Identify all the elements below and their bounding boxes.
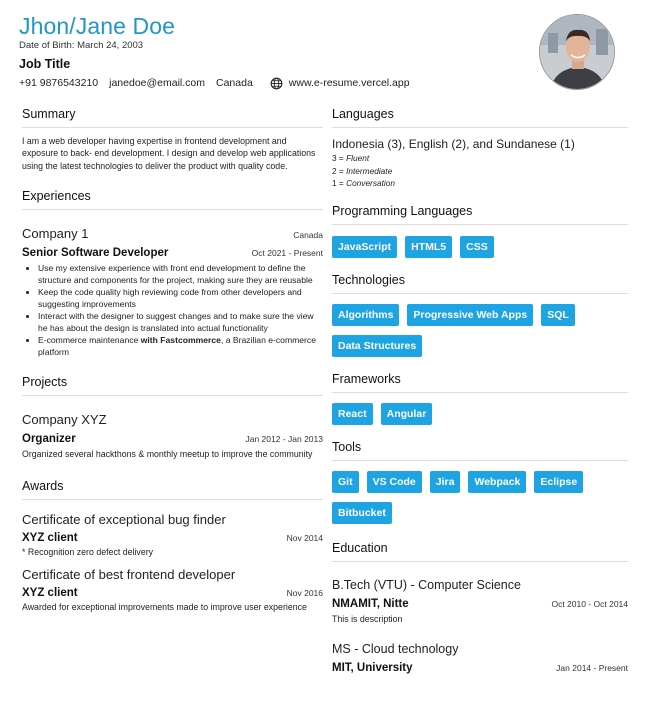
award-issuer-row: XYZ client Nov 2014 [22, 530, 323, 546]
project-name: Company XYZ [22, 412, 107, 428]
language-legend-item: 2 = Intermediate [332, 165, 393, 176]
language-legend-item: 3 = Fluent [332, 153, 370, 163]
education-institution: MIT, University [332, 661, 413, 674]
experiences-heading: Experiences [22, 188, 323, 211]
programming-languages-section: Programming Languages JavaScript HTML5 C… [332, 203, 628, 258]
tools-heading: Tools [332, 439, 628, 461]
technologies-tags: Algorithms Progressive Web Apps SQL Data… [332, 303, 628, 357]
summary-section: Summary I am a web developer having expe… [22, 106, 323, 172]
education-section: Education B.Tech (VTU) - Computer Scienc… [332, 540, 628, 676]
award-date: Nov 2016 [286, 588, 323, 599]
education-dates: Jan 2014 - Present [556, 662, 628, 673]
education-institution-row: NMAMIT, Nitte Oct 2010 - Oct 2014 [332, 596, 628, 612]
experience-bullets: Use my extensive experience with front e… [22, 263, 323, 358]
projects-heading: Projects [22, 374, 323, 397]
resume-header: Jhon/Jane Doe Date of Birth: March 24, 2… [19, 12, 619, 90]
skill-tag: Git [332, 470, 359, 493]
skill-tag: Progressive Web Apps [407, 303, 534, 326]
list-item: Interact with the designer to suggest ch… [38, 311, 323, 335]
technologies-section: Technologies Algorithms Progressive Web … [332, 272, 628, 357]
project-role: Organizer [22, 433, 76, 446]
education-dates: Oct 2010 - Oct 2014 [551, 598, 628, 609]
skill-tag: Webpack [468, 470, 527, 493]
education-degree: MS - Cloud technology [332, 641, 459, 656]
languages-heading: Languages [332, 106, 628, 128]
education-degree: B.Tech (VTU) - Computer Science [332, 577, 521, 592]
skill-tag: JavaScript [332, 235, 398, 258]
award-description: * Recognition zero defect delivery [22, 546, 154, 557]
contact-info: +91 9876543210 janedoe@email.com Canada … [19, 76, 619, 90]
frameworks-tags: React Angular [332, 402, 628, 425]
education-heading: Education [332, 540, 628, 562]
project-role-row: Organizer Jan 2012 - Jan 2013 [22, 431, 323, 447]
skill-tag: VS Code [366, 470, 422, 493]
tools-tags: Git VS Code Jira Webpack Eclipse Bitbuck… [332, 470, 628, 524]
email-address[interactable]: janedoe@email.com [109, 76, 205, 90]
skill-tag: SQL [541, 303, 575, 326]
website-link[interactable]: www.e-resume.vercel.app [289, 76, 410, 90]
skill-tag: Data Structures [332, 334, 423, 357]
summary-text: I am a web developer having expertise in… [22, 136, 316, 171]
tools-section: Tools Git VS Code Jira Webpack Eclipse B… [332, 439, 628, 524]
skill-tag: React [332, 402, 373, 425]
job-title: Job Title [19, 57, 71, 71]
award-name: Certificate of best frontend developer [22, 567, 236, 583]
location: Canada [216, 77, 253, 89]
summary-heading: Summary [22, 106, 323, 128]
skill-tag: Bitbucket [332, 501, 392, 524]
awards-heading: Awards [22, 478, 323, 500]
skill-tag: Eclipse [534, 470, 584, 493]
technologies-heading: Technologies [332, 272, 628, 294]
experience-dates: Oct 2021 - Present [251, 248, 323, 259]
experience-location: Canada [293, 230, 323, 241]
award-date: Nov 2014 [286, 532, 323, 543]
projects-section: Projects Company XYZ Organizer Jan 2012 … [22, 374, 323, 460]
award-issuer-row: XYZ client Nov 2016 [22, 585, 323, 601]
experience-company-row: Company 1 Canada [22, 225, 323, 242]
globe-icon [270, 77, 283, 89]
right-column: Languages Indonesia (3), English (2), an… [332, 106, 628, 676]
list-item: Keep the code quality high reviewing cod… [38, 287, 323, 311]
skill-tag: Jira [429, 470, 461, 493]
frameworks-section: Frameworks React Angular [332, 371, 628, 425]
education-description: This is description [332, 613, 403, 624]
programming-languages-heading: Programming Languages [332, 203, 628, 225]
candidate-name: Jhon/Jane Doe [19, 13, 176, 39]
experience-role-row: Senior Software Developer Oct 2021 - Pre… [22, 245, 323, 261]
phone-number: +91 9876543210 [19, 77, 99, 89]
education-institution: NMAMIT, Nitte [332, 597, 409, 610]
left-column: Summary I am a web developer having expe… [22, 106, 323, 614]
experience-company: Company 1 [22, 226, 89, 242]
bullet-text: E-commerce maintenance [38, 334, 141, 345]
award-name: Certificate of exceptional bug finder [22, 511, 226, 527]
project-dates: Jan 2012 - Jan 2013 [245, 434, 323, 445]
date-of-birth: Date of Birth: March 24, 2003 [19, 40, 144, 51]
frameworks-heading: Frameworks [332, 371, 628, 393]
award-issuer: XYZ client [22, 531, 78, 544]
awards-section: Awards Certificate of exceptional bug fi… [22, 478, 323, 614]
experience-role: Senior Software Developer [22, 247, 169, 260]
project-description: Organized several hackthons & monthly me… [22, 449, 313, 460]
profile-photo [539, 14, 615, 90]
award-description: Awarded for exceptional improvements mad… [22, 602, 307, 613]
experiences-section: Experiences Company 1 Canada Senior Soft… [22, 188, 323, 358]
education-institution-row: MIT, University Jan 2014 - Present [332, 660, 628, 676]
language-legend-item: 1 = Conversation [332, 178, 395, 188]
skill-tag: CSS [460, 235, 494, 258]
award-issuer: XYZ client [22, 587, 78, 600]
skill-tag: Angular [380, 402, 433, 425]
languages-list: Indonesia (3), English (2), and Sundanes… [332, 137, 575, 151]
resume-page: Jhon/Jane Doe Date of Birth: March 24, 2… [0, 0, 646, 720]
skill-tag: Algorithms [332, 303, 400, 326]
list-item: E-commerce maintenance with Fastcommerce… [38, 335, 323, 359]
bullet-highlight: with Fastcommerce [140, 334, 221, 345]
programming-languages-tags: JavaScript HTML5 CSS [332, 235, 628, 258]
skill-tag: HTML5 [405, 235, 453, 258]
list-item: Use my extensive experience with front e… [38, 263, 323, 287]
languages-section: Languages Indonesia (3), English (2), an… [332, 106, 628, 190]
